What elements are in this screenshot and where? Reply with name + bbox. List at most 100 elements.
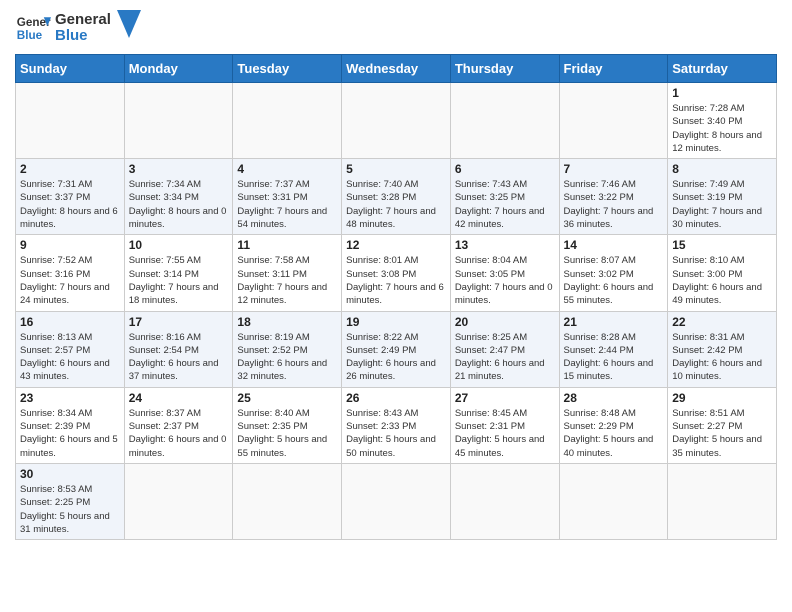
day-number: 19	[346, 315, 446, 329]
day-cell-22: 22Sunrise: 8:31 AMSunset: 2:42 PMDayligh…	[668, 311, 777, 387]
day-cell-19: 19Sunrise: 8:22 AMSunset: 2:49 PMDayligh…	[342, 311, 451, 387]
weekday-header-wednesday: Wednesday	[342, 55, 451, 83]
day-number: 29	[672, 391, 772, 405]
weekday-header-tuesday: Tuesday	[233, 55, 342, 83]
day-number: 30	[20, 467, 120, 481]
day-number: 17	[129, 315, 229, 329]
day-number: 6	[455, 162, 555, 176]
day-info: Sunrise: 8:28 AMSunset: 2:44 PMDaylight:…	[564, 331, 664, 384]
day-number: 14	[564, 238, 664, 252]
day-number: 23	[20, 391, 120, 405]
day-number: 26	[346, 391, 446, 405]
day-cell-4: 4 Sunrise: 7:37 AMSunset: 3:31 PMDaylight…	[233, 159, 342, 235]
day-number: 16	[20, 315, 120, 329]
day-cell-30: 30 Sunrise: 8:53 AMSunset: 2:25 PMDayligh…	[16, 463, 125, 539]
day-cell-24: 24 Sunrise: 8:37 AMSunset: 2:37 PMDayligh…	[124, 387, 233, 463]
day-number: 2	[20, 162, 120, 176]
empty-cell	[668, 463, 777, 539]
day-number: 3	[129, 162, 229, 176]
day-cell-3: 3Sunrise: 7:34 AMSunset: 3:34 PMDaylight…	[124, 159, 233, 235]
day-cell-28: 28Sunrise: 8:48 AMSunset: 2:29 PMDayligh…	[559, 387, 668, 463]
day-number: 27	[455, 391, 555, 405]
day-number: 20	[455, 315, 555, 329]
weekday-header-thursday: Thursday	[450, 55, 559, 83]
day-number: 4	[237, 162, 337, 176]
day-number: 22	[672, 315, 772, 329]
day-info: Sunrise: 7:31 AMSunset: 3:37 PMDaylight:…	[20, 178, 120, 231]
day-info: Sunrise: 7:49 AMSunset: 3:19 PMDaylight:…	[672, 178, 772, 231]
day-cell-27: 27 Sunrise: 8:45 AMSunset: 2:31 PMDayligh…	[450, 387, 559, 463]
day-cell-10: 10 Sunrise: 7:55 AMSunset: 3:14 PMDayligh…	[124, 235, 233, 311]
logo-icon: General Blue	[15, 10, 51, 46]
empty-cell	[450, 463, 559, 539]
day-cell-8: 8 Sunrise: 7:49 AMSunset: 3:19 PMDaylight…	[668, 159, 777, 235]
day-number: 11	[237, 238, 337, 252]
day-info: Sunrise: 8:04 AMSunset: 3:05 PMDaylight:…	[455, 254, 555, 307]
day-cell-15: 15Sunrise: 8:10 AMSunset: 3:00 PMDayligh…	[668, 235, 777, 311]
day-cell-1: 1 Sunrise: 7:28 AMSunset: 3:40 PMDaylight…	[668, 83, 777, 159]
day-cell-26: 26 Sunrise: 8:43 AMSunset: 2:33 PMDayligh…	[342, 387, 451, 463]
calendar-table: SundayMondayTuesdayWednesdayThursdayFrid…	[15, 54, 777, 540]
logo: General Blue General Blue	[15, 10, 141, 46]
empty-cell	[16, 83, 125, 159]
day-info: Sunrise: 8:19 AMSunset: 2:52 PMDaylight:…	[237, 331, 337, 384]
empty-cell	[342, 83, 451, 159]
day-number: 12	[346, 238, 446, 252]
day-cell-25: 25 Sunrise: 8:40 AMSunset: 2:35 PMDayligh…	[233, 387, 342, 463]
page-header: General Blue General Blue	[15, 10, 777, 46]
day-cell-16: 16 Sunrise: 8:13 AMSunset: 2:57 PMDayligh…	[16, 311, 125, 387]
weekday-header-friday: Friday	[559, 55, 668, 83]
day-info: Sunrise: 8:01 AMSunset: 3:08 PMDaylight:…	[346, 254, 446, 307]
day-number: 25	[237, 391, 337, 405]
day-number: 9	[20, 238, 120, 252]
day-cell-23: 23 Sunrise: 8:34 AMSunset: 2:39 PMDayligh…	[16, 387, 125, 463]
day-info: Sunrise: 7:28 AMSunset: 3:40 PMDaylight:…	[672, 102, 772, 155]
empty-cell	[233, 463, 342, 539]
day-info: Sunrise: 7:46 AMSunset: 3:22 PMDaylight:…	[564, 178, 664, 231]
day-info: Sunrise: 8:43 AMSunset: 2:33 PMDaylight:…	[346, 407, 446, 460]
day-info: Sunrise: 8:10 AMSunset: 3:00 PMDaylight:…	[672, 254, 772, 307]
day-cell-17: 17 Sunrise: 8:16 AMSunset: 2:54 PMDayligh…	[124, 311, 233, 387]
day-info: Sunrise: 8:34 AMSunset: 2:39 PMDaylight:…	[20, 407, 120, 460]
svg-text:Blue: Blue	[17, 29, 43, 42]
day-cell-2: 2 Sunrise: 7:31 AMSunset: 3:37 PMDaylight…	[16, 159, 125, 235]
day-cell-7: 7Sunrise: 7:46 AMSunset: 3:22 PMDaylight…	[559, 159, 668, 235]
day-number: 13	[455, 238, 555, 252]
day-info: Sunrise: 8:40 AMSunset: 2:35 PMDaylight:…	[237, 407, 337, 460]
day-cell-29: 29 Sunrise: 8:51 AMSunset: 2:27 PMDayligh…	[668, 387, 777, 463]
logo-triangle-icon	[117, 10, 141, 38]
day-info: Sunrise: 7:43 AMSunset: 3:25 PMDaylight:…	[455, 178, 555, 231]
day-info: Sunrise: 7:37 AMSunset: 3:31 PMDaylight:…	[237, 178, 337, 231]
day-cell-5: 5Sunrise: 7:40 AMSunset: 3:28 PMDaylight…	[342, 159, 451, 235]
empty-cell	[450, 83, 559, 159]
empty-cell	[342, 463, 451, 539]
day-info: Sunrise: 8:25 AMSunset: 2:47 PMDaylight:…	[455, 331, 555, 384]
day-info: Sunrise: 8:16 AMSunset: 2:54 PMDaylight:…	[129, 331, 229, 384]
weekday-header-monday: Monday	[124, 55, 233, 83]
empty-cell	[233, 83, 342, 159]
day-info: Sunrise: 8:13 AMSunset: 2:57 PMDaylight:…	[20, 331, 120, 384]
day-number: 24	[129, 391, 229, 405]
day-cell-14: 14Sunrise: 8:07 AMSunset: 3:02 PMDayligh…	[559, 235, 668, 311]
day-cell-12: 12 Sunrise: 8:01 AMSunset: 3:08 PMDayligh…	[342, 235, 451, 311]
day-info: Sunrise: 8:37 AMSunset: 2:37 PMDaylight:…	[129, 407, 229, 460]
day-cell-13: 13 Sunrise: 8:04 AMSunset: 3:05 PMDayligh…	[450, 235, 559, 311]
day-info: Sunrise: 7:52 AMSunset: 3:16 PMDaylight:…	[20, 254, 120, 307]
logo-general: General	[55, 12, 111, 29]
day-number: 21	[564, 315, 664, 329]
day-cell-20: 20 Sunrise: 8:25 AMSunset: 2:47 PMDayligh…	[450, 311, 559, 387]
empty-cell	[559, 463, 668, 539]
day-info: Sunrise: 7:55 AMSunset: 3:14 PMDaylight:…	[129, 254, 229, 307]
day-number: 5	[346, 162, 446, 176]
day-number: 10	[129, 238, 229, 252]
day-cell-6: 6 Sunrise: 7:43 AMSunset: 3:25 PMDaylight…	[450, 159, 559, 235]
day-info: Sunrise: 8:48 AMSunset: 2:29 PMDaylight:…	[564, 407, 664, 460]
day-info: Sunrise: 8:45 AMSunset: 2:31 PMDaylight:…	[455, 407, 555, 460]
day-info: Sunrise: 8:53 AMSunset: 2:25 PMDaylight:…	[20, 483, 120, 536]
day-cell-9: 9 Sunrise: 7:52 AMSunset: 3:16 PMDaylight…	[16, 235, 125, 311]
day-info: Sunrise: 8:51 AMSunset: 2:27 PMDaylight:…	[672, 407, 772, 460]
day-number: 1	[672, 86, 772, 100]
day-number: 18	[237, 315, 337, 329]
day-number: 8	[672, 162, 772, 176]
day-cell-11: 11Sunrise: 7:58 AMSunset: 3:11 PMDayligh…	[233, 235, 342, 311]
